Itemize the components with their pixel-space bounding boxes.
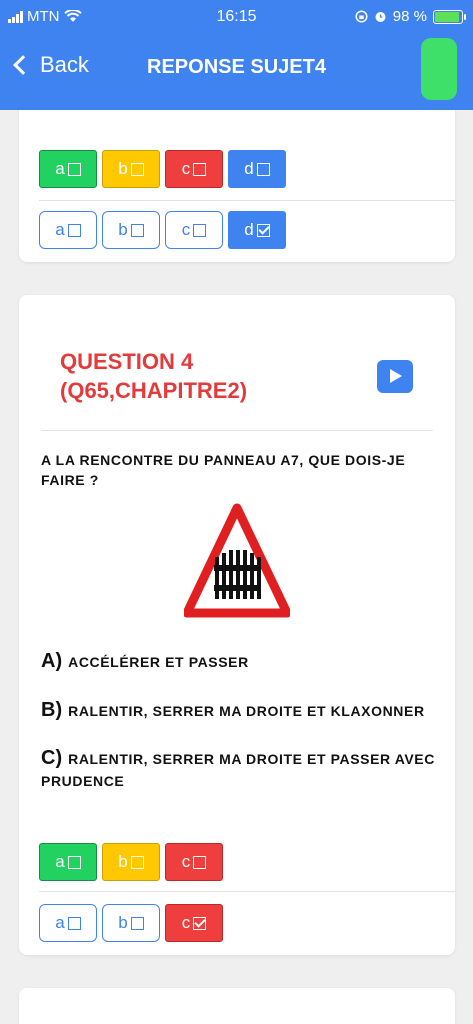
- option-d-correct[interactable]: d: [228, 150, 286, 188]
- option-a-correct[interactable]: a: [39, 843, 97, 881]
- checked-checkbox-icon: [193, 916, 207, 930]
- checkbox-icon: [130, 916, 144, 930]
- alarm-icon: [375, 12, 386, 22]
- question-text: A LA RENCONTRE DU PANNEAU A7, QUE DOIS-J…: [41, 452, 406, 488]
- user-answer-row: a b c: [39, 904, 223, 942]
- battery-percent: 98 %: [392, 8, 427, 25]
- answer-c: C) RALENTIR, SERRER MA DROITE ET PASSER A…: [41, 747, 435, 789]
- question-reference: (Q65,CHAPITRE2): [60, 378, 248, 403]
- checkbox-icon: [193, 223, 207, 237]
- checked-checkbox-icon: [256, 223, 270, 237]
- checkbox-icon: [67, 223, 81, 237]
- option-c-correct[interactable]: c: [165, 150, 223, 188]
- play-audio-button[interactable]: [377, 360, 413, 393]
- correct-answer-row: a b c: [39, 843, 223, 881]
- option-b-user[interactable]: b: [102, 211, 160, 249]
- question-title: QUESTION 4 (Q65,CHAPITRE2): [60, 347, 247, 405]
- checkbox-icon: [193, 855, 207, 869]
- option-a-user[interactable]: a: [39, 904, 97, 942]
- app-header: MTN 16:15 98 % Back REPONSE SUJET4: [0, 0, 473, 110]
- checkbox-icon: [130, 223, 144, 237]
- status-bar: MTN 16:15 98 %: [0, 6, 473, 28]
- option-b-user[interactable]: b: [102, 904, 160, 942]
- question-card: QUESTION 4 (Q65,CHAPITRE2) A LA RENCONTR…: [19, 295, 455, 955]
- nav-bar: Back REPONSE SUJET4: [0, 38, 473, 102]
- battery-icon: [433, 9, 466, 24]
- checkbox-icon: [130, 855, 144, 869]
- checkbox-icon: [130, 162, 144, 176]
- option-b-correct[interactable]: b: [102, 150, 160, 188]
- option-c-correct[interactable]: c: [165, 843, 223, 881]
- checkbox-icon: [193, 162, 207, 176]
- divider: [39, 891, 455, 892]
- answer-a: A) ACCÉLÉRER ET PASSER: [41, 650, 249, 672]
- question-number: QUESTION 4: [60, 349, 194, 374]
- question-card-previous: a b c d a b c d: [19, 110, 455, 262]
- rotation-lock-icon: [355, 10, 368, 23]
- checkbox-icon: [67, 855, 81, 869]
- option-b-correct[interactable]: b: [102, 843, 160, 881]
- page-title: REPONSE SUJET4: [147, 56, 326, 78]
- correct-answer-row: a b c d: [39, 150, 286, 188]
- option-d-user[interactable]: d: [228, 211, 286, 249]
- divider: [39, 200, 455, 201]
- option-a-user[interactable]: a: [39, 211, 97, 249]
- checkbox-icon: [67, 162, 81, 176]
- option-c-user[interactable]: c: [165, 904, 223, 942]
- question-card-next: [19, 988, 455, 1024]
- checkbox-icon: [256, 162, 270, 176]
- option-c-user[interactable]: c: [165, 211, 223, 249]
- header-action-button[interactable]: [421, 38, 457, 100]
- answer-b: B) RALENTIR, SERRER MA DROITE ET KLAXONNE…: [41, 699, 425, 721]
- divider: [41, 430, 433, 431]
- user-answer-row: a b c d: [39, 211, 286, 249]
- checkbox-icon: [67, 916, 81, 930]
- option-a-correct[interactable]: a: [39, 150, 97, 188]
- level-crossing-sign-image: [184, 503, 290, 618]
